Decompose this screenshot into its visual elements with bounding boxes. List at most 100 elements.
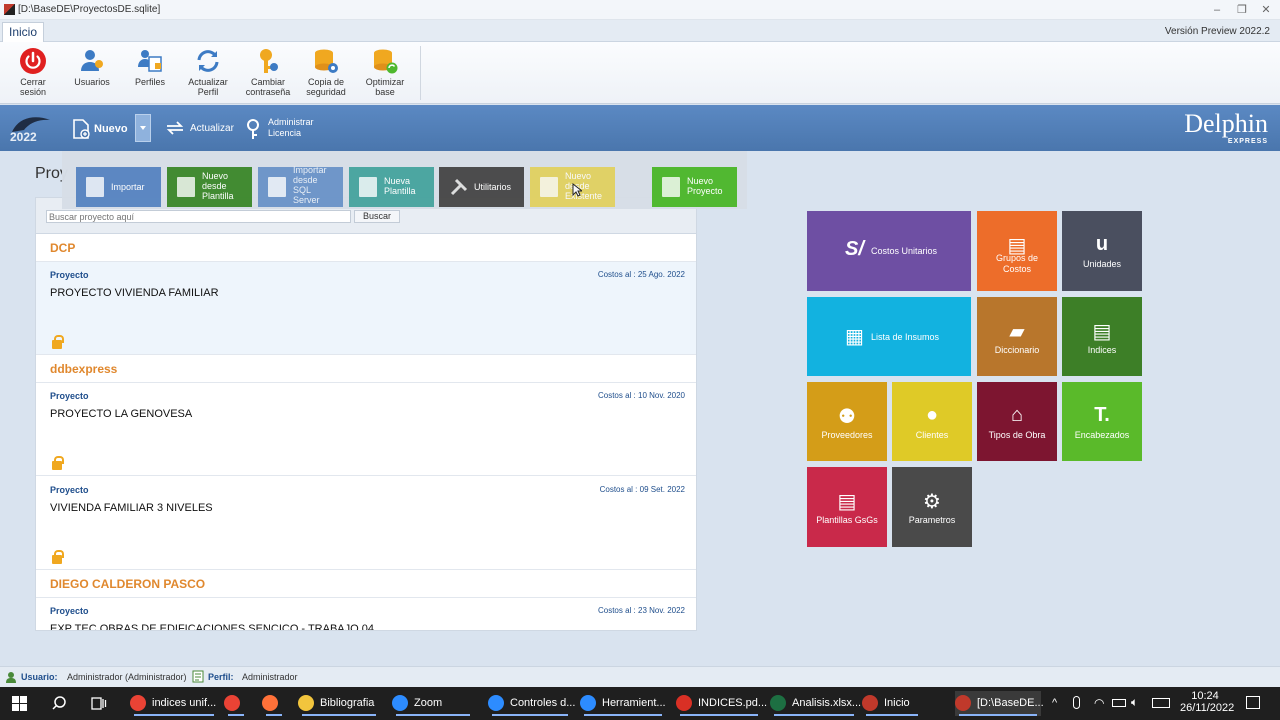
work-types-tile[interactable]: ⌂ Tipos de Obra xyxy=(977,382,1057,461)
new-from-template-tile[interactable]: Nuevo desde Plantilla xyxy=(167,167,252,207)
project-row[interactable]: Proyecto Costos al : 10 Nov. 2020 PROYEC… xyxy=(36,383,696,476)
new-dropdown-button[interactable] xyxy=(135,114,151,142)
profiles-icon xyxy=(138,50,162,72)
project-row[interactable]: Proyecto Costos al : 09 Set. 2022 VIVIEN… xyxy=(36,477,696,570)
profiles-button[interactable]: Perfiles xyxy=(122,46,178,102)
admin-license-button[interactable]: Administrar Licencia xyxy=(244,116,324,142)
close-icon[interactable]: ✕ xyxy=(1255,2,1277,18)
taskbar-app-label: indices unif... xyxy=(152,697,217,709)
update-button[interactable]: Actualizar xyxy=(165,117,234,139)
volume-icon[interactable]: 🔈︎ xyxy=(1131,695,1138,710)
taskbar-app-explorer-bibliografia[interactable]: Bibliografia xyxy=(298,691,380,716)
taskbar-app-chrome-indices[interactable]: indices unif... xyxy=(130,691,218,716)
taskbar-app-firefox[interactable] xyxy=(262,691,286,716)
backup-button[interactable]: Copia de seguridad xyxy=(298,46,354,102)
new-template-tile[interactable]: Nueva Plantilla xyxy=(349,167,434,207)
zoom-controles-icon xyxy=(488,695,504,712)
tab-inicio[interactable]: Inicio xyxy=(2,22,44,42)
unit-costs-tile[interactable]: S/Costos Unitarios xyxy=(807,211,971,291)
parameters-tile[interactable]: ⚙ Parametros xyxy=(892,467,972,547)
new-template-icon xyxy=(359,177,377,197)
import-tile[interactable]: Importar xyxy=(76,167,161,207)
units-icon: u xyxy=(1095,233,1109,255)
new-from-existing-tile[interactable]: Nuevo desde Existente xyxy=(530,167,615,207)
running-indicator xyxy=(396,714,470,716)
explorer-bibliografia-icon xyxy=(298,695,314,712)
dictionary-icon: ▰ xyxy=(1009,321,1025,343)
unlock-icon[interactable] xyxy=(52,550,64,564)
excel-analisis-icon xyxy=(770,695,786,712)
firefox-icon xyxy=(262,695,278,712)
logout-button[interactable]: Cerrar sesión xyxy=(5,46,61,102)
taskbar-app-label: Bibliografia xyxy=(320,697,375,709)
minimize-icon[interactable]: – xyxy=(1206,2,1228,18)
search-input[interactable] xyxy=(46,210,351,223)
group-header[interactable]: DIEGO CALDERON PASCO xyxy=(36,570,696,598)
tile-label: Plantillas GsGs xyxy=(816,515,878,525)
dictionary-tile[interactable]: ▰ Diccionario xyxy=(977,297,1057,376)
app-basede-icon xyxy=(955,695,971,712)
units-tile[interactable]: u Unidades xyxy=(1062,211,1142,291)
tile-label: Tipos de Obra xyxy=(988,430,1046,440)
windows-start-icon[interactable] xyxy=(12,696,27,711)
task-view-icon[interactable] xyxy=(91,696,107,711)
taskbar-app-pdf-indices[interactable]: INDICES.pd... xyxy=(676,691,767,716)
taskbar-app-zoom-herramientas[interactable]: Herramient... xyxy=(580,691,666,716)
group-header[interactable]: DCP xyxy=(36,234,696,262)
project-row[interactable]: Proyecto Costos al : 23 Nov. 2022 EXP TE… xyxy=(36,598,696,630)
unlock-icon[interactable] xyxy=(52,335,64,349)
unlock-icon[interactable] xyxy=(52,456,64,470)
taskbar-app-excel-analisis[interactable]: Analisis.xlsx... xyxy=(770,691,861,716)
search-button[interactable]: Buscar xyxy=(354,210,400,223)
project-row[interactable]: Proyecto Costos al : 25 Ago. 2022 PROYEC… xyxy=(36,262,696,355)
search-icon[interactable] xyxy=(52,696,67,711)
user-icon xyxy=(6,672,16,683)
tools-icon xyxy=(450,178,468,196)
chevron-up-icon[interactable]: ^ xyxy=(1052,697,1057,709)
microphone-icon[interactable] xyxy=(1073,696,1080,709)
tile-label: Costos Unitarios xyxy=(871,246,938,256)
taskbar-app-zoom-controles[interactable]: Controles d... xyxy=(488,691,575,716)
taskbar-app-label: [D:\BaseDE... xyxy=(977,697,1044,709)
restore-icon[interactable]: ❐ xyxy=(1231,2,1253,18)
taskbar-app-zoom[interactable]: Zoom xyxy=(392,691,474,716)
clients-tile[interactable]: ● Clientes xyxy=(892,382,972,461)
taskbar-app-chrome[interactable] xyxy=(224,691,248,716)
headers-icon: T. xyxy=(1094,404,1110,426)
sql-import-icon xyxy=(268,177,286,197)
supplies-list-tile[interactable]: ▦ Lista de Insumos xyxy=(807,297,971,376)
suppliers-tile[interactable]: ⚉ Proveedores xyxy=(807,382,887,461)
taskbar-app-label: Inicio xyxy=(884,697,910,709)
running-indicator xyxy=(680,714,758,716)
key-icon xyxy=(260,49,278,73)
refresh-profile-button[interactable]: Actualizar Perfil xyxy=(180,46,236,102)
tile-label: Proveedores xyxy=(821,430,873,440)
battery-icon[interactable] xyxy=(1112,699,1126,707)
utilities-tile[interactable]: Utilitarios xyxy=(439,167,524,207)
new-document-icon xyxy=(73,119,90,139)
notifications-icon[interactable] xyxy=(1246,696,1260,709)
keyboard-icon[interactable] xyxy=(1152,698,1170,708)
cost-groups-tile[interactable]: ▤ Grupos de Costos xyxy=(977,211,1057,291)
group-header[interactable]: ddbexpress xyxy=(36,355,696,383)
headers-tile[interactable]: T. Encabezados xyxy=(1062,382,1142,461)
work-types-icon: ⌂ xyxy=(1010,404,1024,426)
optimize-database-button[interactable]: Optimizar base xyxy=(357,46,413,102)
app-inicio-icon xyxy=(862,695,878,712)
clock[interactable]: 10:24 26/11/2022 xyxy=(1180,690,1234,714)
taskbar-app-app-inicio[interactable]: Inicio xyxy=(862,691,922,716)
import-sql-server-tile[interactable]: Importar desde SQL Server xyxy=(258,165,343,207)
new-button[interactable]: Nuevo xyxy=(70,117,128,139)
gsgs-templates-icon: ▤ xyxy=(837,491,857,513)
change-password-button[interactable]: Cambiar contraseña xyxy=(240,46,296,102)
tile-label: Unidades xyxy=(1082,259,1122,269)
running-indicator xyxy=(266,714,282,716)
windows-taskbar: ^ ◠ 🔈︎ 10:24 26/11/2022 indices unif... B… xyxy=(0,687,1280,720)
indices-tile[interactable]: ▤ Indices xyxy=(1062,297,1142,376)
new-project-tile[interactable]: Nuevo Proyecto xyxy=(652,167,737,207)
taskbar-app-app-basede[interactable]: [D:\BaseDE... xyxy=(955,691,1044,716)
network-icon[interactable]: ◠ xyxy=(1094,696,1104,710)
tile-label: Indices xyxy=(1087,345,1117,355)
users-button[interactable]: Usuarios xyxy=(64,46,120,102)
gsgs-templates-tile[interactable]: ▤ Plantillas GsGs xyxy=(807,467,887,547)
